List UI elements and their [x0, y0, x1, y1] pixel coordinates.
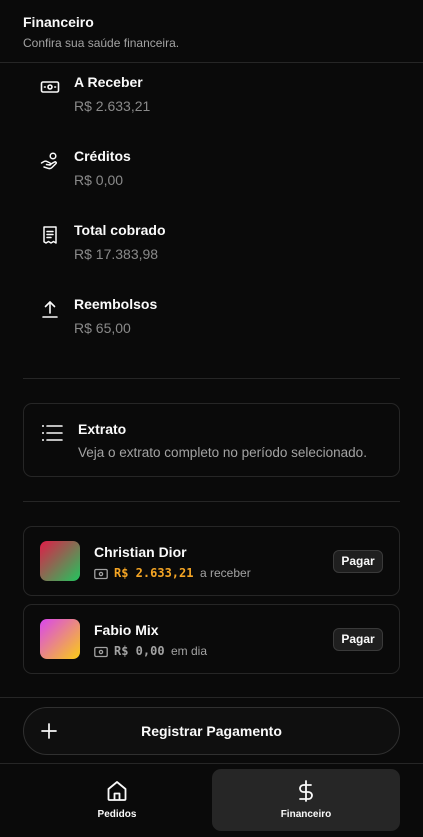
banknote-icon — [40, 81, 60, 93]
bottom-nav: Pedidos Financeiro — [0, 763, 423, 837]
client-status: em dia — [171, 644, 208, 658]
client-amount: R$ 2.633,21 — [114, 566, 194, 580]
nav-label: Pedidos — [97, 809, 137, 820]
register-payment-label: Registrar Pagamento — [141, 723, 282, 739]
stat-value: R$ 65,00 — [74, 320, 131, 336]
stat-label: Reembolsos — [74, 296, 158, 312]
stat-label: A Receber — [74, 74, 143, 90]
page-title: Financeiro — [23, 14, 94, 30]
divider — [0, 697, 423, 698]
page-subtitle: Confira sua saúde financeira. — [23, 36, 180, 50]
stat-value: R$ 17.383,98 — [74, 246, 159, 262]
nav-item-financeiro[interactable]: Financeiro — [212, 769, 400, 831]
receipt-icon — [43, 226, 57, 244]
upload-arrow-icon — [42, 301, 58, 318]
dollar-icon — [299, 780, 313, 802]
pay-button[interactable]: Pagar — [333, 550, 383, 573]
banknote-icon — [94, 646, 108, 658]
avatar — [40, 619, 80, 659]
divider — [23, 378, 400, 379]
extrato-title: Extrato — [78, 421, 127, 437]
stat-label: Total cobrado — [74, 222, 166, 238]
client-card[interactable]: Christian Dior R$ 2.633,21 a receber Pag… — [23, 526, 400, 596]
nav-label: Financeiro — [280, 809, 332, 820]
stat-creditos: Créditos R$ 0,00 — [40, 147, 380, 207]
client-name: Christian Dior — [94, 544, 187, 560]
extrato-card[interactable]: Extrato Veja o extrato completo no perío… — [23, 403, 400, 477]
stat-label: Créditos — [74, 148, 131, 164]
divider — [23, 501, 400, 502]
register-payment-button[interactable]: Registrar Pagamento — [23, 707, 400, 755]
stat-value: R$ 0,00 — [74, 172, 124, 188]
hand-coins-icon — [40, 152, 57, 170]
client-amount: R$ 0,00 — [114, 644, 165, 658]
client-status: a receber — [200, 566, 251, 580]
home-icon — [107, 781, 127, 801]
avatar — [40, 541, 80, 581]
client-card[interactable]: Fabio Mix R$ 0,00 em dia Pagar — [23, 604, 400, 674]
extrato-description: Veja o extrato completo no período selec… — [78, 445, 367, 460]
client-name: Fabio Mix — [94, 622, 159, 638]
stat-value: R$ 2.633,21 — [74, 98, 151, 114]
stat-a-receber: A Receber R$ 2.633,21 — [40, 73, 380, 133]
banknote-icon — [94, 568, 108, 580]
nav-item-pedidos[interactable]: Pedidos — [23, 769, 211, 831]
list-icon — [42, 425, 63, 441]
page-header: Financeiro Confira sua saúde financeira. — [0, 0, 423, 63]
stat-total-cobrado: Total cobrado R$ 17.383,98 — [40, 221, 380, 281]
pay-button[interactable]: Pagar — [333, 628, 383, 651]
stat-reembolsos: Reembolsos R$ 65,00 — [40, 295, 380, 355]
